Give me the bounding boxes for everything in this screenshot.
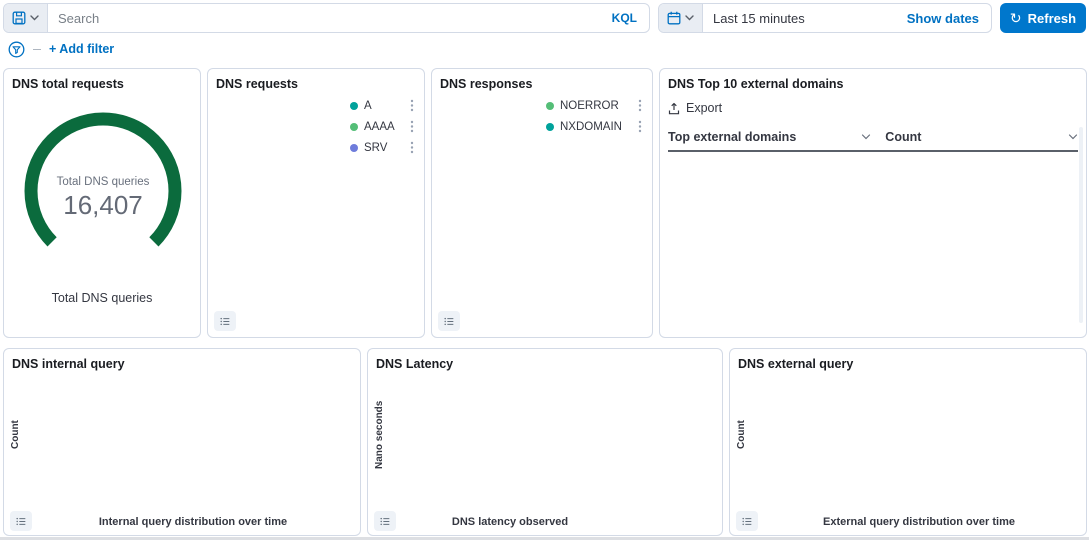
legend-dot-icon [546,123,554,131]
saved-query-menu-button[interactable] [4,4,48,32]
gauge-bottom-label: Total DNS queries [4,291,200,305]
panel-dns-responses: DNS responses NOERROR NXDOMAIN [431,68,653,338]
legend-dot-icon [350,102,358,110]
filter-menu-button[interactable] [8,41,25,58]
panel-title: DNS Top 10 external domains [668,77,1078,91]
table-scrollbar[interactable] [1079,127,1083,323]
refresh-icon: ↻ [1010,10,1022,27]
search-bar: KQL [3,3,650,33]
area-chart-internal [22,369,314,503]
add-filter-button[interactable]: + Add filter [49,42,114,56]
search-input[interactable] [48,11,600,26]
panel-dns-internal-query: DNS internal query Count Internal query … [3,348,361,536]
legend-item-aaaa[interactable]: AAAA [350,116,414,137]
panel-dns-total-requests: DNS total requests Total DNS queries 16,… [3,68,201,338]
legend-toggle-button[interactable] [214,311,236,331]
legend-list-icon [742,515,752,528]
filter-bar: + Add filter [8,39,114,59]
kebab-menu-icon[interactable] [638,99,642,112]
export-label: Export [686,101,722,115]
legend-dot-icon [350,123,358,131]
pie-chart-responses [446,163,564,281]
calendar-icon [667,11,681,25]
export-icon [668,102,680,115]
legend-list-icon [444,315,454,328]
legend-item-a[interactable]: A [350,95,414,116]
x-axis-title: DNS latency observed [398,516,622,528]
calendar-menu-button[interactable] [659,4,703,32]
legend-toggle-button[interactable] [10,511,32,531]
y-axis-title: Count [10,383,21,487]
gauge-chart: Total DNS queries 16,407 [12,93,194,253]
gauge-label: Total DNS queries [57,176,150,188]
date-picker: Last 15 minutes Show dates [658,3,992,33]
legend-list-icon [16,515,26,528]
legend-dot-icon [546,102,554,110]
sort-chevron-icon [1068,134,1078,140]
time-range-button[interactable]: Last 15 minutes [703,11,895,26]
sort-chevron-icon [861,134,871,140]
kebab-menu-icon[interactable] [638,120,642,133]
kebab-menu-icon[interactable] [410,141,414,154]
panel-top-external-domains: DNS Top 10 external domains Export Top e… [659,68,1087,338]
chevron-down-icon [30,15,39,21]
legend-label: AAAA [364,121,395,133]
filter-icon [8,41,25,58]
legend-responses: NOERROR NXDOMAIN [546,95,642,137]
pie-chart-requests [214,155,366,307]
y-axis-title: Nano seconds [374,383,385,487]
panel-dns-external-query: DNS external query Count External query … [729,348,1087,536]
domains-table: Top external domains Count [668,123,1078,152]
query-bar: KQL Last 15 minutes Show dates ↻ Refresh [3,3,1086,33]
column-header-count[interactable]: Count [885,123,1078,151]
legend-item-noerror[interactable]: NOERROR [546,95,642,116]
legend-dot-icon [350,144,358,152]
panel-title: DNS requests [216,77,416,91]
kebab-menu-icon[interactable] [410,120,414,133]
export-button[interactable]: Export [668,101,722,115]
save-icon [12,11,26,25]
legend-toggle-button[interactable] [374,511,396,531]
legend-item-nxdomain[interactable]: NXDOMAIN [546,116,642,137]
column-header-domains[interactable]: Top external domains [668,123,885,151]
gauge-value: 16,407 [63,190,143,220]
legend-label: SRV [364,142,387,154]
legend-label: NOERROR [560,100,619,112]
filter-divider [33,49,41,50]
bar-chart-latency [386,369,636,503]
refresh-label: Refresh [1028,11,1076,26]
refresh-button[interactable]: ↻ Refresh [1000,3,1086,33]
kql-button[interactable]: KQL [600,11,649,25]
chevron-down-icon [685,15,694,21]
y-axis-title: Count [736,383,747,487]
x-axis-title: Internal query distribution over time [34,516,352,528]
x-axis-title: External query distribution over time [760,516,1078,528]
panel-dns-latency: DNS Latency Nano seconds DNS latency obs… [367,348,723,536]
legend-label: A [364,100,372,112]
legend-toggle-button[interactable] [438,311,460,331]
legend-list-icon [380,515,390,528]
panel-title: DNS total requests [12,77,192,91]
legend-toggle-button[interactable] [736,511,758,531]
legend-list-icon [220,315,230,328]
legend-label: NXDOMAIN [560,121,622,133]
panel-dns-requests: DNS requests AAAAASRV [207,68,425,338]
kebab-menu-icon[interactable] [410,99,414,112]
area-chart-external [748,369,1040,503]
legend-requests: AAAAASRV [350,95,414,158]
dashboard: KQL Last 15 minutes Show dates ↻ Refresh [0,0,1089,540]
show-dates-button[interactable]: Show dates [895,11,991,26]
panel-title: DNS responses [440,77,644,91]
